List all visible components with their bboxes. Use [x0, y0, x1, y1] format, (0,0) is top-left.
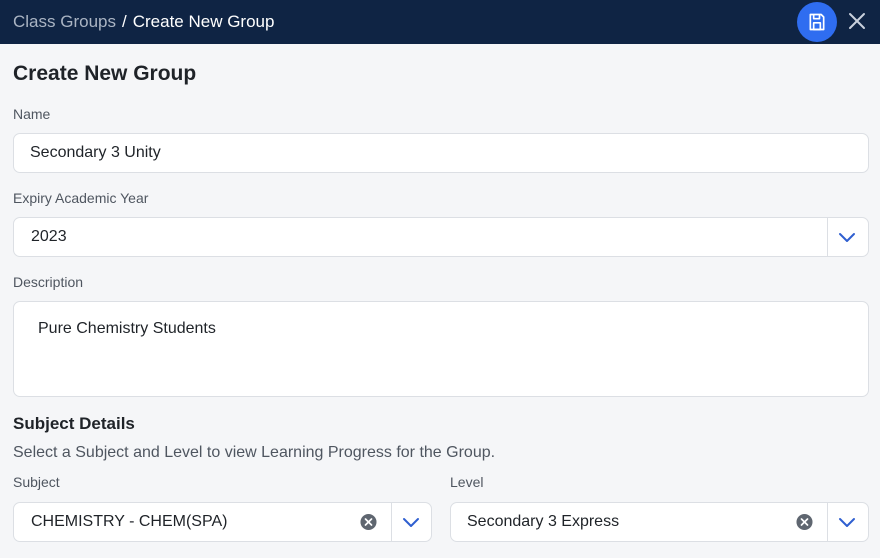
name-value: Secondary 3 Unity [30, 144, 161, 161]
header-bar: Class Groups / Create New Group [0, 0, 880, 44]
page-title: Create New Group [13, 62, 197, 85]
breadcrumb-current: Create New Group [132, 12, 275, 31]
name-input[interactable]: Secondary 3 Unity [13, 133, 869, 173]
level-value: Secondary 3 Express [467, 513, 620, 530]
chevron-down-icon[interactable] [838, 516, 856, 528]
save-button[interactable] [797, 2, 837, 42]
subject-select[interactable]: CHEMISTRY - CHEM(SPA) [13, 502, 432, 542]
save-icon [809, 13, 825, 31]
select-divider [391, 503, 392, 541]
subject-value: CHEMISTRY - CHEM(SPA) [31, 513, 228, 530]
select-divider [827, 503, 828, 541]
clear-icon[interactable] [796, 513, 813, 531]
level-label: Level [450, 474, 484, 490]
select-divider [827, 218, 828, 256]
chevron-down-icon[interactable] [838, 231, 856, 243]
subject-details-heading: Subject Details [13, 414, 135, 433]
close-button[interactable] [845, 9, 869, 33]
name-label: Name [13, 106, 51, 122]
expiry-year-value: 2023 [31, 228, 67, 245]
expiry-year-select[interactable]: 2023 [13, 217, 869, 257]
chevron-down-icon[interactable] [402, 516, 420, 528]
level-select[interactable]: Secondary 3 Express [450, 502, 869, 542]
breadcrumb-class-groups[interactable]: Class Groups [13, 12, 116, 32]
subject-details-description: Select a Subject and Level to view Learn… [13, 444, 496, 461]
clear-icon[interactable] [360, 513, 377, 531]
breadcrumb-separator: / [121, 12, 127, 31]
subject-label: Subject [13, 474, 60, 490]
description-textarea[interactable]: Pure Chemistry Students [13, 301, 869, 397]
close-icon [849, 13, 865, 29]
expiry-year-label: Expiry Academic Year [13, 190, 149, 206]
description-label: Description [13, 274, 84, 290]
description-value: Pure Chemistry Students [38, 320, 216, 337]
breadcrumb: Class Groups / Create New Group [13, 12, 274, 32]
